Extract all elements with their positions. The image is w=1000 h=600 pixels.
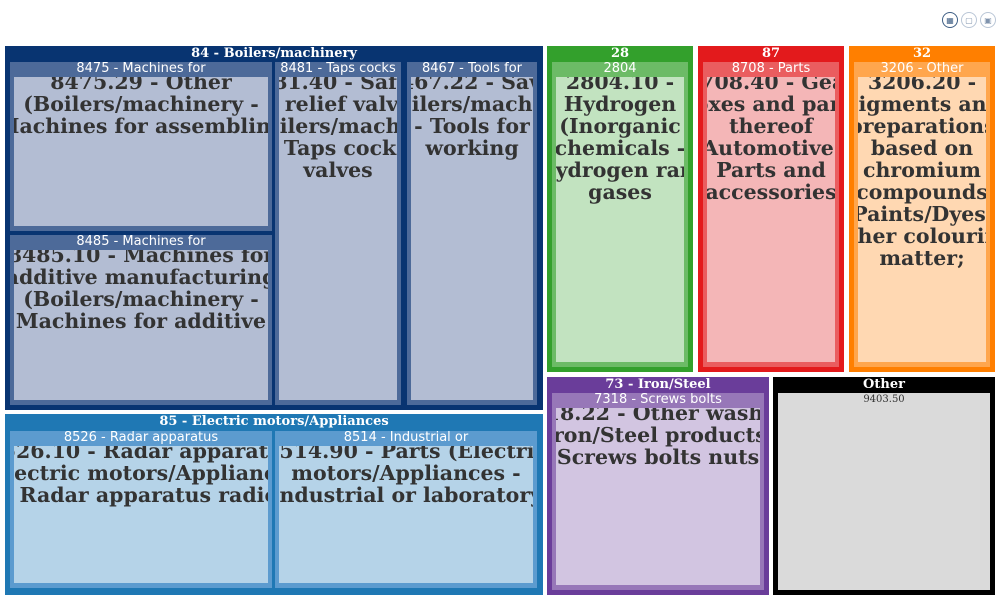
treemap-group-label: Other (863, 377, 905, 391)
zoom-icon[interactable]: ▢ (961, 12, 977, 28)
treemap-subgroup-label: 8526 - Radar apparatus (63, 431, 219, 445)
download-icon[interactable]: ▦ (942, 12, 958, 28)
treemap-subgroup-label: 8708 - Parts (731, 62, 811, 76)
treemap-group-label: 32 (912, 46, 932, 60)
treemap-leaf[interactable]: 8467.22 - Saws (Boilers/machinery - Tool… (411, 77, 533, 400)
treemap-subgroup[interactable]: 8485 - Machines for 8485.10 - Machines fo… (10, 235, 272, 405)
treemap-leaf-label: 8467.22 - Saws (Boilers/machinery - Tool… (411, 77, 533, 160)
treemap-group[interactable]: 87 8708 - Parts8708.40 - Gear boxes and p… (698, 46, 844, 372)
treemap-subgroup[interactable]: 8514 - Industrial or 8514.90 - Parts (Ele… (275, 431, 537, 588)
treemap-subgroup-label: 8475 - Machines for (76, 62, 206, 76)
treemap-group-label: 84 - Boilers/machinery (191, 46, 357, 60)
treemap-subgroup[interactable]: 9403.50 (778, 393, 990, 590)
treemap-leaf[interactable]: 8708.40 - Gear boxes and parts thereof (… (707, 77, 835, 362)
treemap-subgroup-label: 8514 - Industrial or (343, 431, 469, 445)
treemap-leaf-label: 2804.10 - Hydrogen (Inorganic chemicals … (556, 77, 684, 204)
treemap-group[interactable]: 28 2804 2804.10 - Hydrogen (Inorganic chem… (547, 46, 693, 372)
treemap-leaf-label: 7318.22 - Other washers (Iron/Steel prod… (556, 408, 760, 469)
treemap-group-label: 87 (761, 46, 781, 60)
treemap-subgroup[interactable]: 3206 - Other3206.20 - Pigments and prepa… (854, 62, 990, 367)
treemap-leaf[interactable]: 8481.40 - Safety or relief valves (Boile… (279, 77, 397, 400)
treemap-subgroup-label: 8467 - Tools for (421, 62, 523, 76)
treemap-subgroup[interactable]: 7318 - Screws bolts7318.22 - Other washe… (552, 393, 764, 590)
treemap-leaf[interactable]: 8526.10 - Radar apparatus (Electric moto… (14, 446, 268, 583)
treemap-subgroup[interactable]: 8475 - Machines for 8475.29 - Other (Boil… (10, 62, 272, 231)
treemap-subgroup[interactable]: 8467 - Tools for8467.22 - Saws (Boilers/… (407, 62, 537, 405)
treemap-group-label: 85 - Electric motors/Appliances (159, 414, 389, 428)
treemap-group[interactable]: 32 3206 - Other3206.20 - Pigments and pre… (849, 46, 995, 372)
treemap-subgroup[interactable]: 8708 - Parts8708.40 - Gear boxes and par… (703, 62, 839, 367)
treemap-subgroup[interactable]: 2804 2804.10 - Hydrogen (Inorganic chemic… (552, 62, 688, 367)
treemap-group[interactable]: 84 - Boilers/machinery 8475 - Machines fo… (5, 46, 543, 410)
treemap-leaf-value: 9403.50 (863, 394, 905, 405)
treemap-group-label: 28 (610, 46, 630, 60)
treemap-leaf[interactable]: 8485.10 - Machines for additive manufact… (14, 250, 268, 400)
treemap-leaf[interactable]: 3206.20 - Pigments and preparations base… (858, 77, 986, 362)
treemap-subgroup-label: 3206 - Other (880, 62, 964, 76)
treemap-leaf[interactable]: 2804.10 - Hydrogen (Inorganic chemicals … (556, 77, 684, 362)
treemap-leaf[interactable]: 7318.22 - Other washers (Iron/Steel prod… (556, 408, 760, 585)
treemap-leaf-label: 8475.29 - Other (Boilers/machinery - Mac… (14, 77, 268, 138)
reset-icon[interactable]: ▣ (980, 12, 996, 28)
treemap-leaf-label: 8481.40 - Safety or relief valves (Boile… (279, 77, 397, 182)
treemap-subgroup-label: 8481 - Taps cocks (280, 62, 396, 76)
treemap-leaf[interactable]: 9403.50 (778, 393, 990, 590)
treemap-group[interactable]: 85 - Electric motors/Appliances 8526 - Ra… (5, 414, 543, 595)
treemap-leaf-label: 8708.40 - Gear boxes and parts thereof (… (707, 77, 835, 204)
treemap-leaf[interactable]: 8514.90 - Parts (Electric motors/Applian… (279, 446, 533, 583)
treemap-group-label: 73 - Iron/Steel (605, 377, 711, 391)
treemap-subgroup-label: 2804 (603, 62, 637, 76)
treemap-group[interactable]: 73 - Iron/Steel 7318 - Screws bolts7318.2… (547, 377, 769, 595)
treemap-leaf[interactable]: 8475.29 - Other (Boilers/machinery - Mac… (14, 77, 268, 226)
treemap-subgroup-label: 7318 - Screws bolts (594, 393, 722, 407)
chart-toolbar: ▦ ▢ ▣ (942, 12, 996, 28)
treemap-leaf-label: 3206.20 - Pigments and preparations base… (858, 77, 986, 270)
treemap-subgroup[interactable]: 8526 - Radar apparatus8526.10 - Radar ap… (10, 431, 272, 588)
treemap-subgroup[interactable]: 8481 - Taps cocks8481.40 - Safety or rel… (275, 62, 401, 405)
treemap-subgroup-label: 8485 - Machines for (76, 235, 206, 249)
treemap-group[interactable]: Other 9403.50 (773, 377, 995, 595)
treemap-leaf-label: 8485.10 - Machines for additive manufact… (14, 250, 268, 333)
treemap-leaf-label: 8526.10 - Radar apparatus (Electric moto… (14, 446, 268, 507)
treemap-leaf-label: 8514.90 - Parts (Electric motors/Applian… (279, 446, 533, 507)
